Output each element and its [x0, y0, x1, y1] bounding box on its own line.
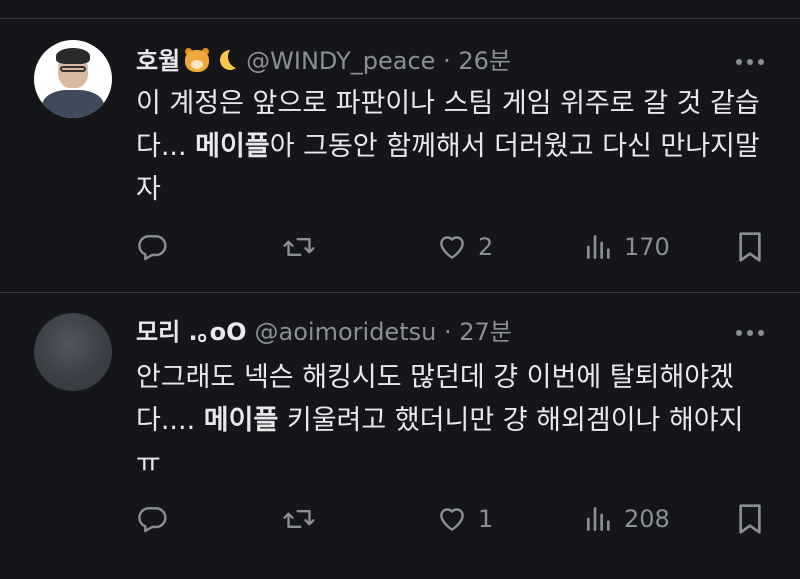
user-handle[interactable]: @WINDY_peace · 26분: [246, 47, 511, 75]
like-button[interactable]: 1: [436, 499, 493, 539]
bookmark-icon: [739, 504, 761, 534]
avatar[interactable]: [34, 313, 112, 391]
reply-button[interactable]: [136, 227, 178, 267]
avatar[interactable]: [34, 40, 112, 118]
tweet-2[interactable]: 모리 .｡oO @aoimoridetsu · 27분 안그래도 넥슨 해킹시도 …: [0, 293, 800, 579]
tweet-text-line: 다.... 메이플 키울려고 했더니만 걍 해외겜이나 해야지: [136, 405, 744, 436]
heart-icon: [440, 508, 464, 531]
tweet-actions: 2 170: [0, 227, 800, 267]
heart-icon: [440, 236, 464, 259]
display-name[interactable]: 호월: [136, 47, 180, 75]
crescent-moon-icon: [220, 50, 237, 70]
tweet-text-line: ㅠ: [136, 448, 161, 479]
tweet-text-line: 안그래도 넥슨 해킹시도 많던데 걍 이번에 탈퇴해야겠: [136, 362, 734, 393]
tiger-face-icon: [184, 48, 210, 72]
timestamp[interactable]: 26분: [458, 47, 511, 75]
tweet-text: 안그래도 넥슨 해킹시도 많던데 걍 이번에 탈퇴해야겠 다.... 메이플 키…: [136, 356, 786, 485]
reply-button[interactable]: [136, 499, 178, 539]
retweet-icon: [283, 237, 315, 257]
view-count: 170: [624, 233, 670, 261]
view-count: 208: [624, 505, 670, 533]
tweet-1[interactable]: 호월 @WINDY_peace · 26분 이 계정은 앞으로 파판이나 스팀 게…: [0, 0, 800, 290]
avatar-body: [42, 90, 104, 118]
keyword-highlight: 메이플: [203, 405, 279, 436]
like-count: 2: [478, 233, 494, 261]
more-options-icon[interactable]: [734, 57, 766, 67]
retweet-button[interactable]: [282, 499, 326, 539]
user-handle[interactable]: @aoimoridetsu · 27분: [255, 318, 512, 346]
views-icon: [587, 507, 610, 531]
tweet-header: 호월 @WINDY_peace · 26분: [136, 46, 511, 76]
bookmark-button[interactable]: [736, 227, 764, 267]
views-button[interactable]: 208: [584, 499, 670, 539]
reply-icon: [138, 235, 167, 261]
tweet-text-line: 다... 메이플아 그동안 함께해서 더러웠고 다신 만나지말: [136, 131, 760, 162]
display-name[interactable]: 모리 .｡oO: [136, 318, 247, 346]
bookmark-icon: [739, 232, 761, 262]
keyword-highlight: 메이플: [195, 131, 270, 162]
retweet-button[interactable]: [282, 227, 326, 267]
avatar-hair: [56, 48, 90, 64]
tweet-text: 이 계정은 앞으로 파판이나 스팀 게임 위주로 갈 것 같습 다... 메이플…: [136, 82, 786, 211]
tweet-header: 모리 .｡oO @aoimoridetsu · 27분: [136, 317, 512, 347]
views-button[interactable]: 170: [584, 227, 670, 267]
like-count: 1: [478, 505, 494, 533]
timestamp[interactable]: 27분: [459, 318, 512, 346]
tweet-actions: 1 208: [0, 499, 800, 539]
tweet-text-line: 자: [136, 174, 161, 205]
tweet-text-line: 이 계정은 앞으로 파판이나 스팀 게임 위주로 갈 것 같습: [136, 88, 760, 119]
reply-icon: [138, 507, 167, 533]
like-button[interactable]: 2: [436, 227, 493, 267]
bookmark-button[interactable]: [736, 499, 764, 539]
views-icon: [587, 235, 610, 259]
more-options-icon[interactable]: [734, 328, 766, 338]
avatar-glasses: [60, 66, 86, 72]
retweet-icon: [283, 509, 315, 529]
